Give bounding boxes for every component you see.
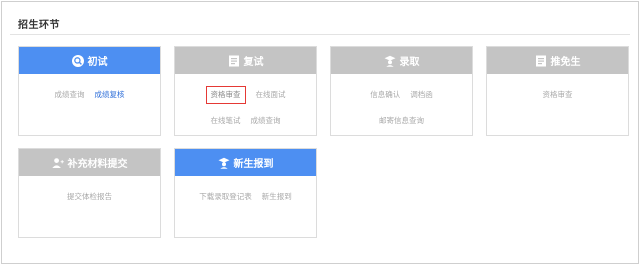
- link-download-admission-form[interactable]: 下载录取登记表: [199, 192, 252, 202]
- link-online-written-test[interactable]: 在线笔试: [211, 116, 241, 126]
- link-info-confirm[interactable]: 信息确认: [370, 90, 400, 100]
- link-online-interview[interactable]: 在线面试: [256, 90, 286, 100]
- card-luqu-title: 录取: [399, 57, 420, 68]
- card-supplement: 补充材料提交 提交体检报告: [18, 148, 161, 238]
- section-title: 招生环节: [18, 20, 60, 31]
- link-freshman-registration[interactable]: 新生报到: [262, 192, 292, 202]
- card-chushi: 初试 成绩查询 成绩复核: [18, 46, 161, 136]
- card-tuimiansheng: 推免生 资格审查: [486, 46, 629, 136]
- link-score-query[interactable]: 成绩查询: [55, 90, 85, 100]
- link-qualification-review[interactable]: 资格审查: [205, 86, 246, 104]
- search-icon: [71, 54, 84, 67]
- graduate-icon: [384, 55, 395, 67]
- title-divider: [10, 34, 630, 35]
- main-panel: 招生环节 初试 成绩查询 成绩复核 复试 资格审查 在线面试 在线笔试 成绩查询…: [1, 1, 639, 264]
- card-chushi-header[interactable]: 初试: [19, 47, 160, 74]
- card-fushi-title: 复试: [243, 57, 264, 68]
- card-fushi: 复试 资格审查 在线面试 在线笔试 成绩查询: [174, 46, 317, 136]
- card-tuimiansheng-title: 推免生: [550, 57, 581, 68]
- link-mail-info-query[interactable]: 邮寄信息查询: [379, 116, 424, 126]
- card-luqu: 录取 信息确认 调档函 邮寄信息查询: [330, 46, 473, 136]
- card-chushi-title: 初试: [87, 57, 108, 68]
- card-xinsheng-header[interactable]: 新生报到: [175, 149, 316, 176]
- link-qualification-review-tm[interactable]: 资格审查: [543, 90, 573, 100]
- document-icon: [228, 55, 239, 66]
- card-xinsheng: 新生报到 下载录取登记表 新生报到: [174, 148, 317, 238]
- card-supplement-title: 补充材料提交: [67, 159, 128, 170]
- card-fushi-header[interactable]: 复试: [175, 47, 316, 74]
- document-icon: [535, 55, 546, 66]
- link-score-query-retest[interactable]: 成绩查询: [251, 116, 281, 126]
- link-submit-medical-report[interactable]: 提交体检报告: [67, 192, 112, 202]
- card-luqu-header[interactable]: 录取: [331, 47, 472, 74]
- card-xinsheng-title: 新生报到: [233, 159, 274, 170]
- link-score-review[interactable]: 成绩复核: [95, 90, 125, 100]
- user-plus-icon: [51, 157, 64, 168]
- link-file-transfer-letter[interactable]: 调档函: [410, 90, 433, 100]
- graduate-icon: [218, 157, 229, 169]
- card-tuimiansheng-header[interactable]: 推免生: [487, 47, 628, 74]
- card-supplement-header[interactable]: 补充材料提交: [19, 149, 160, 176]
